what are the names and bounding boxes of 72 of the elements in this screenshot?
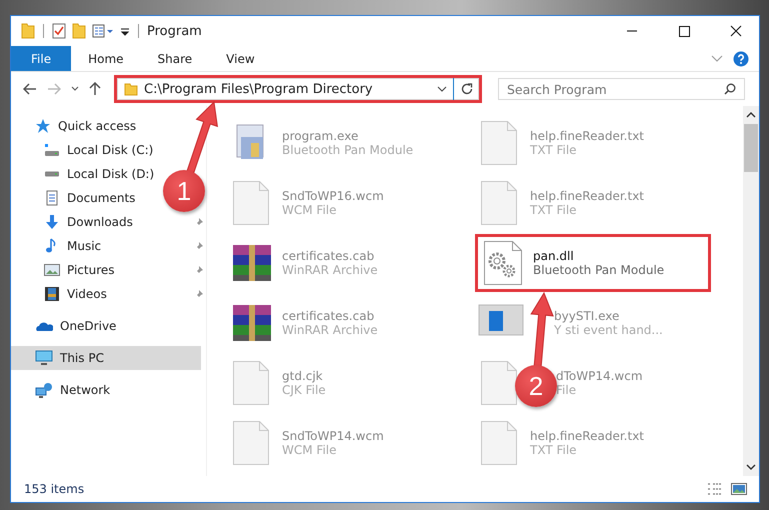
file-type: WinRAR Archive	[282, 323, 378, 337]
scroll-up-icon[interactable]	[746, 111, 756, 118]
drive-icon	[44, 171, 60, 177]
file-type: CJK File	[282, 383, 326, 397]
file-name[interactable]: dToWP14.wcm	[556, 369, 643, 383]
monitor-icon	[35, 350, 53, 366]
step-number-badge: 1	[163, 170, 205, 212]
file-type: WCM File	[282, 203, 338, 217]
film-icon	[44, 286, 60, 302]
file-name[interactable]: pan.dll	[533, 249, 664, 263]
scroll-down-icon[interactable]	[746, 464, 756, 471]
window-title: Program	[147, 24, 202, 38]
help-icon[interactable]	[733, 50, 749, 66]
sidebar-item[interactable]: OneDrive	[11, 314, 161, 338]
large-icons-view-icon[interactable]	[731, 482, 747, 496]
file-type: Bluetooth Pan Module	[282, 143, 414, 157]
file-name[interactable]: program.exe	[282, 129, 414, 143]
ribbon-tab[interactable]: View	[209, 46, 272, 71]
scroll-thumb[interactable]	[744, 124, 758, 172]
sidebar-item[interactable]: Network	[11, 378, 161, 402]
file-name[interactable]: certificates.cab	[282, 309, 378, 323]
download-arrow-icon	[44, 214, 60, 230]
file-type: File	[556, 383, 578, 397]
network-icon	[35, 382, 53, 398]
file-name[interactable]: SndToWP16.wcm	[282, 189, 384, 203]
sidebar-item[interactable]: Local Disk (D:)	[11, 162, 161, 186]
folder-path: C:\Program Files\Program Directory	[144, 82, 373, 96]
highlighted-file-item[interactable]: pan.dll Bluetooth Pan Module	[475, 234, 711, 292]
sidebar-item[interactable]: This PC	[11, 346, 201, 370]
file-name[interactable]: help.fineReader.txt	[530, 189, 644, 203]
sidebar-item[interactable]: Local Disk (C:)	[11, 138, 161, 162]
drive-icon	[44, 143, 60, 157]
file-name[interactable]: byySTI.exe	[554, 309, 663, 323]
file-type: Bluetooth Pan Module	[533, 263, 664, 277]
details-view-icon[interactable]	[707, 482, 723, 496]
up-arrow-icon[interactable]	[89, 82, 101, 96]
search-field[interactable]: Search Program	[498, 78, 745, 100]
file-name[interactable]: gtd.cjk	[282, 369, 326, 383]
file-name[interactable]: certificates.cab	[282, 249, 378, 263]
file-type: TXT File	[530, 203, 578, 217]
file-name[interactable]: help.fineReader.txt	[530, 429, 644, 443]
ribbon-tab[interactable]: File	[11, 46, 72, 71]
sidebar-item[interactable]: Music	[11, 234, 161, 258]
layout-icon[interactable]	[92, 23, 114, 39]
search-icon[interactable]	[724, 83, 736, 95]
document-icon	[44, 190, 60, 206]
folder-icon	[124, 82, 138, 96]
file-name[interactable]: help.fineReader.txt	[530, 129, 644, 143]
ribbon-tab[interactable]: Home	[71, 46, 141, 71]
star-icon	[35, 118, 51, 134]
refresh-icon[interactable]	[460, 82, 474, 96]
file-name[interactable]: SndToWP14.wcm	[282, 429, 384, 443]
back-arrow-icon[interactable]	[23, 83, 37, 95]
sidebar-item[interactable]: Videos	[11, 282, 161, 306]
sidebar-item[interactable]: Pictures	[11, 258, 161, 282]
file-type: TXT File	[530, 143, 578, 157]
item-count: 153 items	[24, 482, 84, 496]
chevron-down-icon[interactable]	[437, 86, 447, 92]
file-type: TXT File	[530, 443, 578, 457]
picture-icon	[44, 262, 60, 278]
sidebar-item[interactable]: Quick access	[11, 114, 161, 138]
sidebar-item[interactable]: Downloads	[11, 210, 161, 234]
properties-icon[interactable]	[52, 23, 66, 39]
recent-dropdown-icon[interactable]	[71, 86, 79, 92]
step-number-badge: 2	[515, 365, 557, 407]
ribbon-tab[interactable]: Share	[140, 46, 210, 71]
file-type: WCM File	[282, 443, 338, 457]
scrollbar[interactable]	[743, 106, 759, 476]
file-type: WinRAR Archive	[282, 263, 378, 277]
sidebar-item[interactable]: Documents	[11, 186, 161, 210]
file-type: Y sti event hand...	[554, 323, 663, 337]
address-bar[interactable]: C:\Program Files\Program Directory	[117, 78, 479, 100]
